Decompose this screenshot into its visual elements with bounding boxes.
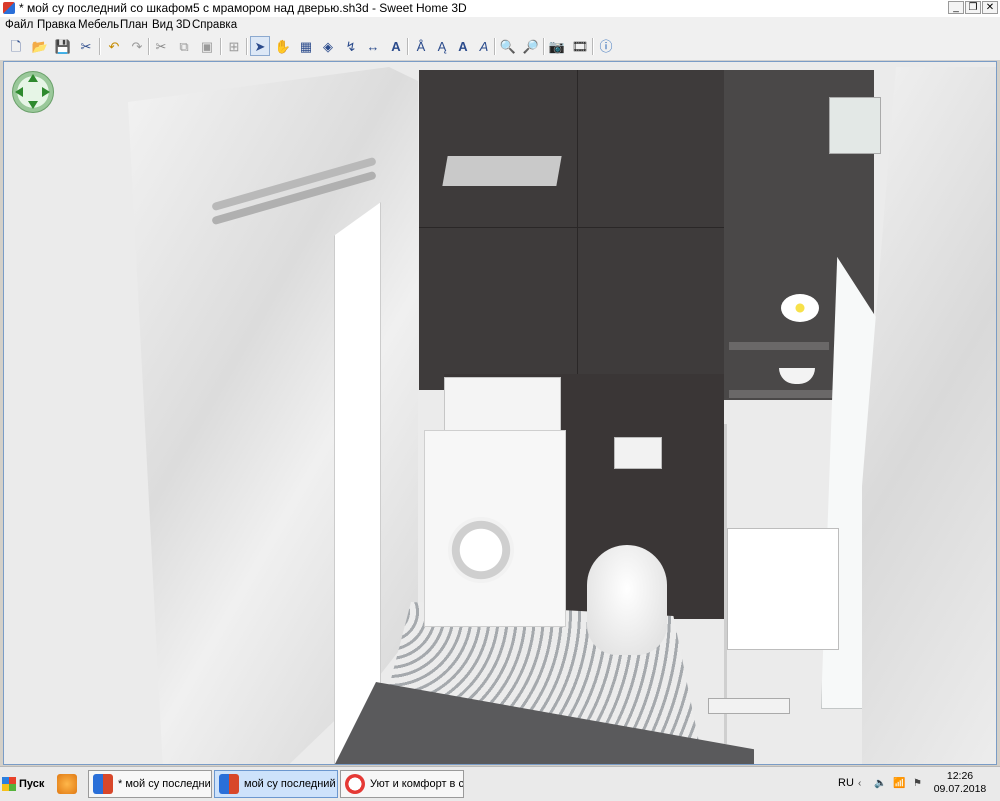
- text-bold-icon[interactable]: Ą: [432, 36, 452, 56]
- create-dimensions-icon[interactable]: ↔: [363, 36, 383, 56]
- create-polylines-icon[interactable]: ↯: [341, 36, 361, 56]
- right-marble-wall: [862, 67, 996, 764]
- clock[interactable]: 12:26 09.07.2018: [930, 770, 990, 796]
- menu-help[interactable]: Справка: [189, 18, 240, 33]
- navigation-arrows-icon[interactable]: [12, 71, 54, 113]
- door-frame: [334, 202, 381, 764]
- task-label: * мой су последни...: [118, 778, 212, 790]
- chevron-left-icon[interactable]: ‹: [858, 778, 861, 789]
- text-italic-icon[interactable]: A: [453, 36, 473, 56]
- view-3d[interactable]: [3, 61, 997, 765]
- start-button[interactable]: Пуск: [2, 773, 44, 795]
- yandex-browser-icon: [345, 774, 365, 794]
- zoom-in-icon[interactable]: 🔍: [498, 36, 518, 56]
- tile-joint: [577, 70, 578, 390]
- taskbar-item[interactable]: Уют и комфорт в с...: [340, 770, 464, 798]
- select-icon[interactable]: ➤: [250, 36, 270, 56]
- menu-view3d[interactable]: Вид 3D: [149, 18, 194, 33]
- paste-icon[interactable]: ▣: [197, 36, 217, 56]
- floating-shelf: [442, 156, 562, 186]
- cut-icon[interactable]: ✂: [151, 36, 171, 56]
- shelf: [729, 342, 829, 350]
- start-label: Пуск: [19, 778, 45, 790]
- arrow-right-icon[interactable]: [42, 87, 50, 97]
- taskbar-item[interactable]: * мой су последни...: [88, 770, 212, 798]
- arrow-down-icon[interactable]: [28, 101, 38, 109]
- create-photo-icon[interactable]: 📷: [547, 36, 567, 56]
- undo-icon[interactable]: ↶: [104, 36, 124, 56]
- pan-icon[interactable]: ✋: [273, 36, 293, 56]
- menu-furniture[interactable]: Мебель: [75, 18, 122, 33]
- close-button[interactable]: ✕: [982, 1, 998, 14]
- copy-icon[interactable]: ⧉: [174, 36, 194, 56]
- flag-icon[interactable]: ⚑: [913, 778, 922, 789]
- tile-joint: [419, 227, 759, 228]
- clock-date: 09.07.2018: [933, 783, 987, 795]
- minimize-button[interactable]: _: [948, 1, 964, 14]
- menu-plan[interactable]: План: [117, 18, 151, 33]
- save-icon[interactable]: 💾: [53, 36, 73, 56]
- help-icon[interactable]: ⓘ: [596, 36, 616, 56]
- media-player-icon: [57, 774, 77, 794]
- taskbar-item[interactable]: мой су последний ...: [214, 770, 338, 798]
- menu-bar: Файл Правка Мебель План Вид 3D Справка: [0, 17, 1000, 34]
- shelf: [729, 390, 839, 398]
- mirror: [829, 97, 881, 154]
- add-furniture-icon[interactable]: ⊞: [224, 36, 244, 56]
- mop-handle: [724, 424, 727, 744]
- flush-panel: [614, 437, 662, 469]
- add-text-icon[interactable]: A: [386, 36, 406, 56]
- redo-icon[interactable]: ↷: [127, 36, 147, 56]
- menu-file[interactable]: Файл: [2, 18, 36, 33]
- box-on-washer: [444, 377, 561, 434]
- washer-door: [448, 517, 514, 583]
- clock-time: 12:26: [946, 770, 974, 782]
- task-label: мой су последний ...: [244, 778, 338, 790]
- create-rooms-icon[interactable]: ◈: [318, 36, 338, 56]
- open-icon[interactable]: 📂: [30, 36, 50, 56]
- media-player-task[interactable]: [52, 770, 82, 798]
- restore-button[interactable]: ❐: [965, 1, 981, 14]
- windows-logo-icon: [2, 777, 16, 791]
- back-wall-dark-tiles: [419, 70, 759, 390]
- text-size-icon[interactable]: A: [474, 36, 494, 56]
- toolbar: 🗋 📂 💾 ✂ ↶ ↷ ✂ ⧉ ▣ ⊞ ➤ ✋ ▦ ◈ ↯ ↔ A Å Ą A …: [0, 34, 1000, 61]
- title-bar: * мой су последний со шкафом5 с мрамором…: [0, 0, 1000, 18]
- window-title: * мой су последний со шкафом5 с мрамором…: [19, 1, 467, 15]
- toilet: [587, 545, 667, 655]
- create-walls-icon[interactable]: ▦: [296, 36, 316, 56]
- sweet-home-3d-icon: [3, 2, 15, 14]
- washbasin: [727, 528, 839, 650]
- arrow-up-icon[interactable]: [28, 74, 38, 82]
- mop-head: [708, 698, 790, 714]
- new-home-icon[interactable]: 🗋: [6, 36, 26, 56]
- sweet-home-3d-icon: [93, 774, 113, 794]
- sweet-home-3d-icon: [219, 774, 239, 794]
- create-video-icon[interactable]: 🎞: [570, 36, 590, 56]
- taskbar: Пуск * мой су последни... мой су последн…: [0, 766, 1000, 801]
- arrow-left-icon[interactable]: [15, 87, 23, 97]
- zoom-out-icon[interactable]: 🔎: [521, 36, 541, 56]
- text-style-icon[interactable]: Å: [411, 36, 431, 56]
- flower-vase: [781, 294, 819, 322]
- language-indicator[interactable]: RU: [838, 777, 854, 789]
- preferences-icon[interactable]: ✂: [76, 36, 96, 56]
- menu-edit[interactable]: Правка: [34, 18, 79, 33]
- volume-icon[interactable]: 🔈: [874, 778, 886, 789]
- task-label: Уют и комфорт в с...: [370, 778, 464, 790]
- network-icon[interactable]: 📶: [893, 778, 905, 789]
